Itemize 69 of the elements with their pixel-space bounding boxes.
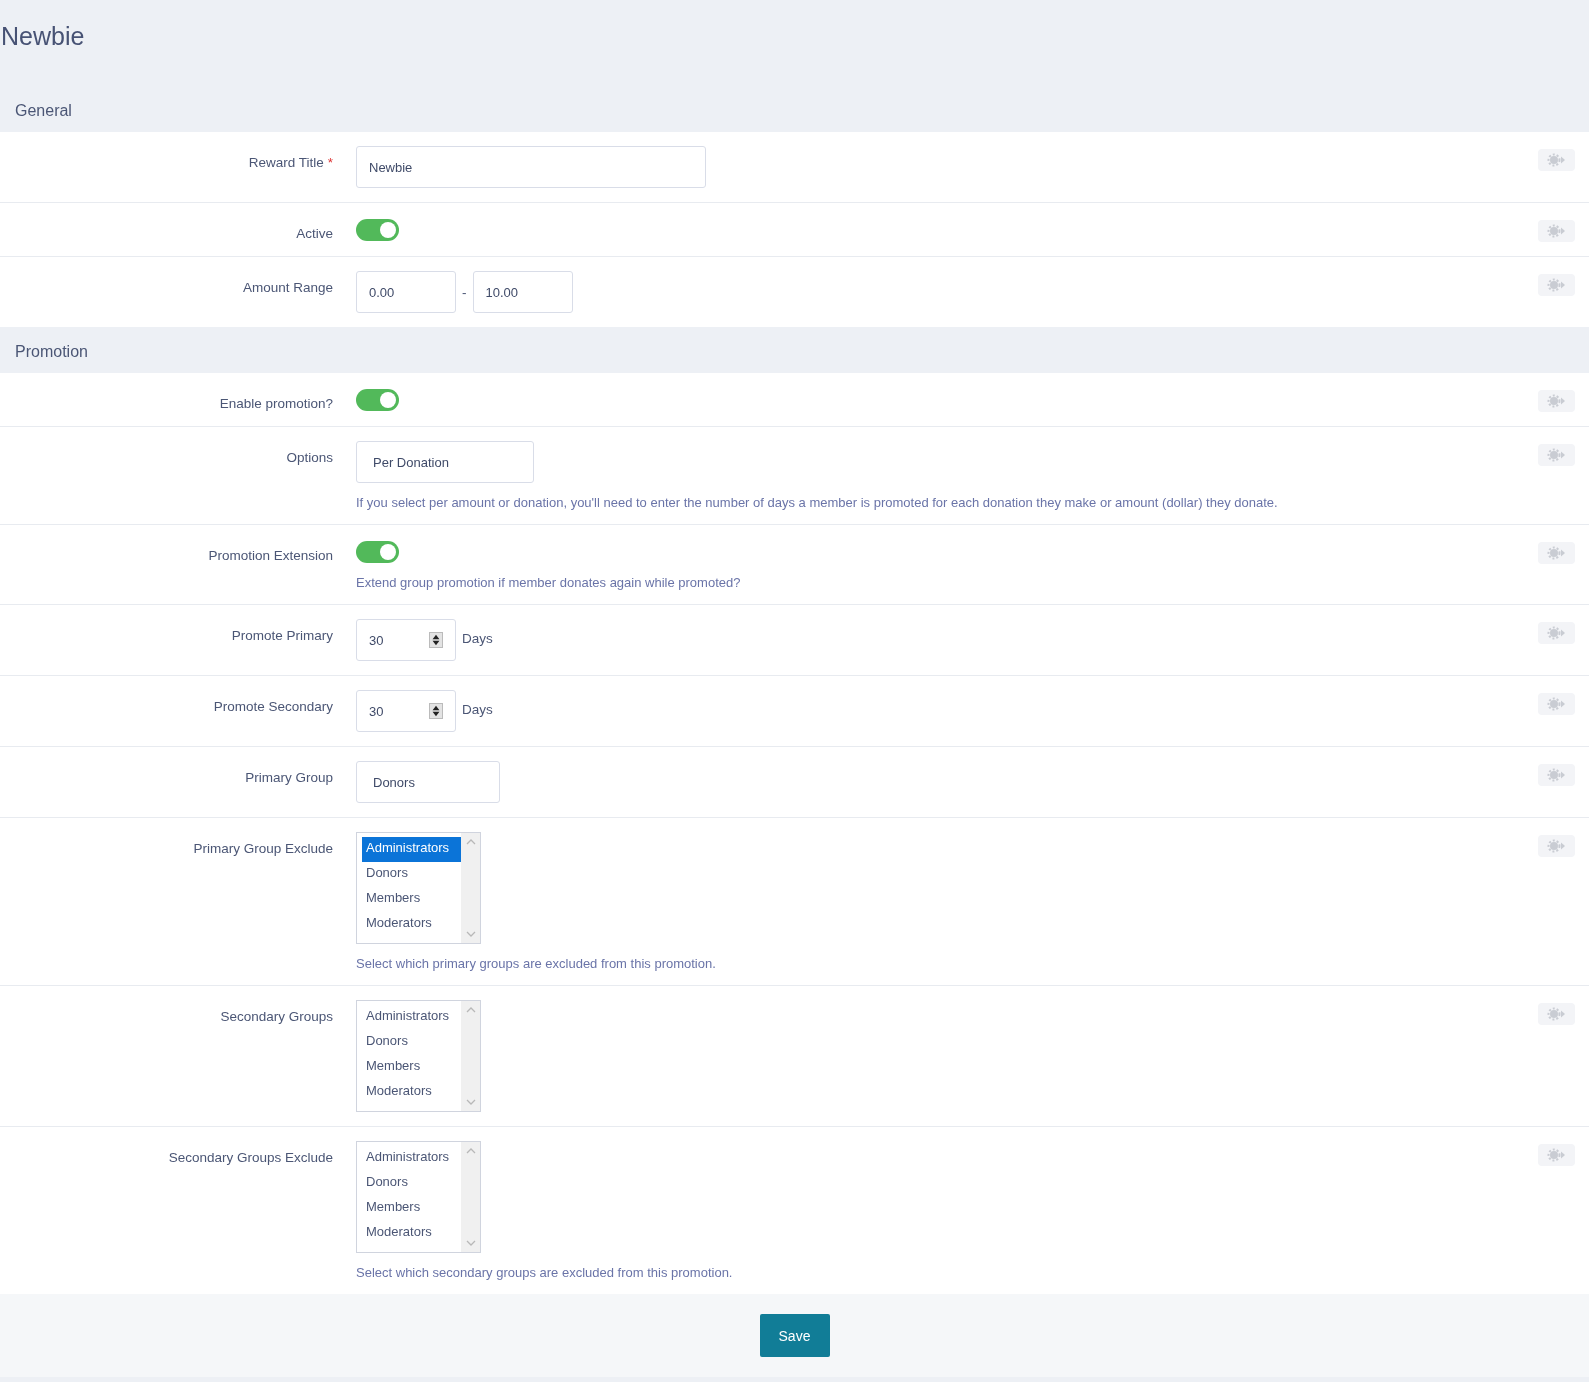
settings-icon[interactable] <box>1538 542 1575 564</box>
field-label: Promotion Extension <box>208 548 333 563</box>
list-option[interactable]: Members <box>362 1055 461 1080</box>
scroll-up-icon[interactable] <box>465 838 476 845</box>
settings-icon[interactable] <box>1538 693 1575 715</box>
help-text: If you select per amount or donation, you'll need to enter the number of days a member is promoted for each donation they make or amount (dollar) they donate. <box>356 495 1279 510</box>
scroll-up-icon[interactable] <box>465 1147 476 1154</box>
dropdown[interactable]: Donors <box>356 761 500 803</box>
field-label: Amount Range <box>242 280 333 295</box>
scroll-down-icon[interactable] <box>465 931 476 938</box>
scroll-down-icon[interactable] <box>465 1099 476 1106</box>
list-option[interactable]: Members <box>362 887 461 912</box>
amount-field[interactable]: 10.00 <box>472 271 573 313</box>
field-label: Promote Secondary <box>213 699 333 714</box>
section-heading: General <box>15 102 72 120</box>
spinner-icon[interactable] <box>429 703 443 719</box>
list-option[interactable]: Members <box>362 1196 461 1221</box>
settings-icon[interactable] <box>1538 835 1575 857</box>
toggle-switch[interactable] <box>356 389 399 411</box>
scroll-down-icon[interactable] <box>465 1240 476 1247</box>
scroll-up-icon[interactable] <box>465 1006 476 1013</box>
list-option[interactable]: Moderators <box>362 912 461 937</box>
required-mark: * <box>327 155 333 170</box>
field-label: Primary Group <box>245 770 333 785</box>
settings-icon[interactable] <box>1538 149 1575 171</box>
spinner-icon[interactable] <box>429 632 443 648</box>
unit-label: Days <box>462 701 493 717</box>
settings-icon[interactable] <box>1538 220 1575 242</box>
list-option[interactable]: Donors <box>362 1030 461 1055</box>
field-label: Secondary Groups Exclude <box>168 1150 333 1165</box>
list-box[interactable]: Administrators Donors Members Moderators <box>356 1141 481 1253</box>
field-label: Enable promotion? <box>219 396 333 411</box>
field-label: Reward Title <box>248 155 324 170</box>
list-option[interactable]: Administrators <box>362 1146 461 1171</box>
list-box[interactable]: Administrators Donors Members Moderators <box>356 1000 481 1112</box>
field-label: Primary Group Exclude <box>193 841 333 856</box>
settings-icon[interactable] <box>1538 274 1575 296</box>
settings-icon[interactable] <box>1538 622 1575 644</box>
list-option[interactable]: Moderators <box>362 1221 461 1246</box>
list-option[interactable]: Administrators <box>362 1005 461 1030</box>
settings-icon[interactable] <box>1538 390 1575 412</box>
field-label: Secondary Groups <box>220 1009 333 1024</box>
help-text: Extend group promotion if member donates again while promoted? <box>356 575 742 590</box>
dropdown[interactable]: Per Donation <box>356 441 534 483</box>
number-field[interactable]: 30 <box>356 619 456 661</box>
amount-field[interactable]: 0.00 <box>356 271 456 313</box>
list-box[interactable]: Administrators Donors Members Moderators <box>356 832 481 944</box>
range-separator: - <box>462 284 467 300</box>
toggle-switch[interactable] <box>356 219 399 241</box>
settings-icon[interactable] <box>1538 444 1575 466</box>
unit-label: Days <box>462 630 493 646</box>
field-label: Promote Primary <box>231 628 333 643</box>
list-option[interactable]: Donors <box>362 1171 461 1196</box>
help-text: Select which secondary groups are excluded from this promotion. <box>356 1265 734 1280</box>
field-label: Options <box>286 450 333 465</box>
section-heading: Promotion <box>15 343 88 361</box>
settings-icon[interactable] <box>1538 1144 1575 1166</box>
settings-icon[interactable] <box>1538 1003 1575 1025</box>
text-field[interactable]: Newbie <box>356 146 706 188</box>
page-title: Newbie <box>1 22 85 51</box>
number-field[interactable]: 30 <box>356 690 456 732</box>
list-option[interactable]: Donors <box>362 862 461 887</box>
save-button[interactable]: Save <box>759 1314 830 1357</box>
field-label: Active <box>296 226 333 241</box>
help-text: Select which primary groups are excluded from this promotion. <box>356 956 717 971</box>
list-option[interactable]: Moderators <box>362 1080 461 1105</box>
toggle-switch[interactable] <box>356 541 399 563</box>
settings-icon[interactable] <box>1538 764 1575 786</box>
list-option[interactable]: Administrators <box>362 837 461 862</box>
